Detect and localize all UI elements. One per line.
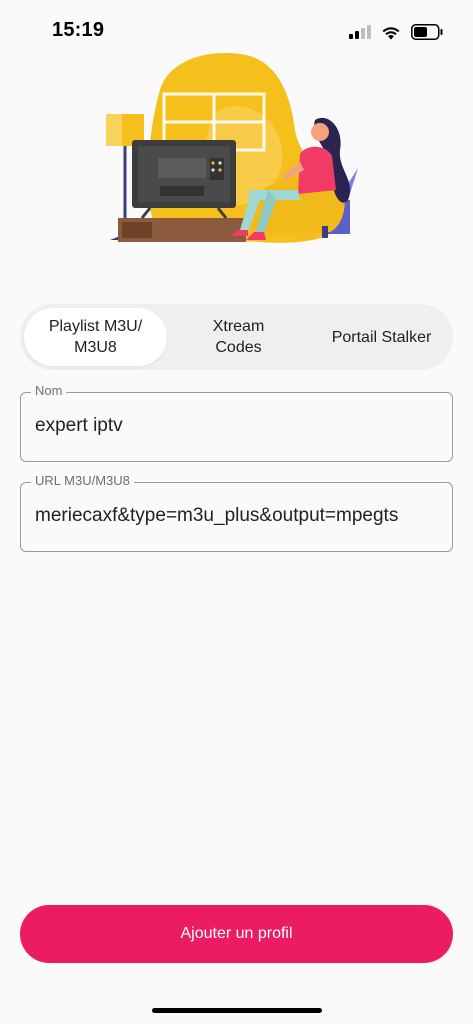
home-indicator — [152, 1008, 322, 1013]
source-type-segmented-control: Playlist M3U/ M3U8 Xtream Codes Portail … — [20, 304, 453, 370]
url-field[interactable]: URL M3U/M3U8 meriecaxf&type=m3u_plus&out… — [20, 473, 453, 552]
status-time: 15:19 — [52, 19, 105, 41]
url-field-label: URL M3U/M3U8 — [31, 473, 134, 488]
status-icons — [349, 20, 443, 44]
add-profile-button-label: Ajouter un profil — [180, 925, 293, 942]
tv-shape — [132, 140, 236, 219]
cellular-signal-icon — [349, 25, 371, 39]
battery-icon — [411, 24, 443, 40]
url-field-value[interactable]: meriecaxf&type=m3u_plus&output=mpegts — [35, 505, 442, 527]
wifi-icon — [382, 26, 400, 39]
add-profile-button[interactable]: Ajouter un profil — [20, 905, 453, 963]
tab-playlist-m3u[interactable]: Playlist M3U/ M3U8 — [24, 308, 167, 366]
tab-xtream-codes[interactable]: Xtream Codes — [167, 308, 310, 366]
tab-portail-stalker-label: Portail Stalker — [331, 328, 432, 346]
tab-xtream-codes-label: Xtream Codes — [212, 318, 265, 356]
hero-illustration — [106, 53, 358, 243]
name-field[interactable]: Nom expert iptv — [20, 383, 453, 462]
tab-portail-stalker[interactable]: Portail Stalker — [310, 308, 453, 366]
name-field-label: Nom — [31, 383, 67, 398]
tab-playlist-m3u-label: Playlist M3U/ M3U8 — [48, 318, 143, 356]
name-field-value[interactable]: expert iptv — [35, 415, 442, 437]
